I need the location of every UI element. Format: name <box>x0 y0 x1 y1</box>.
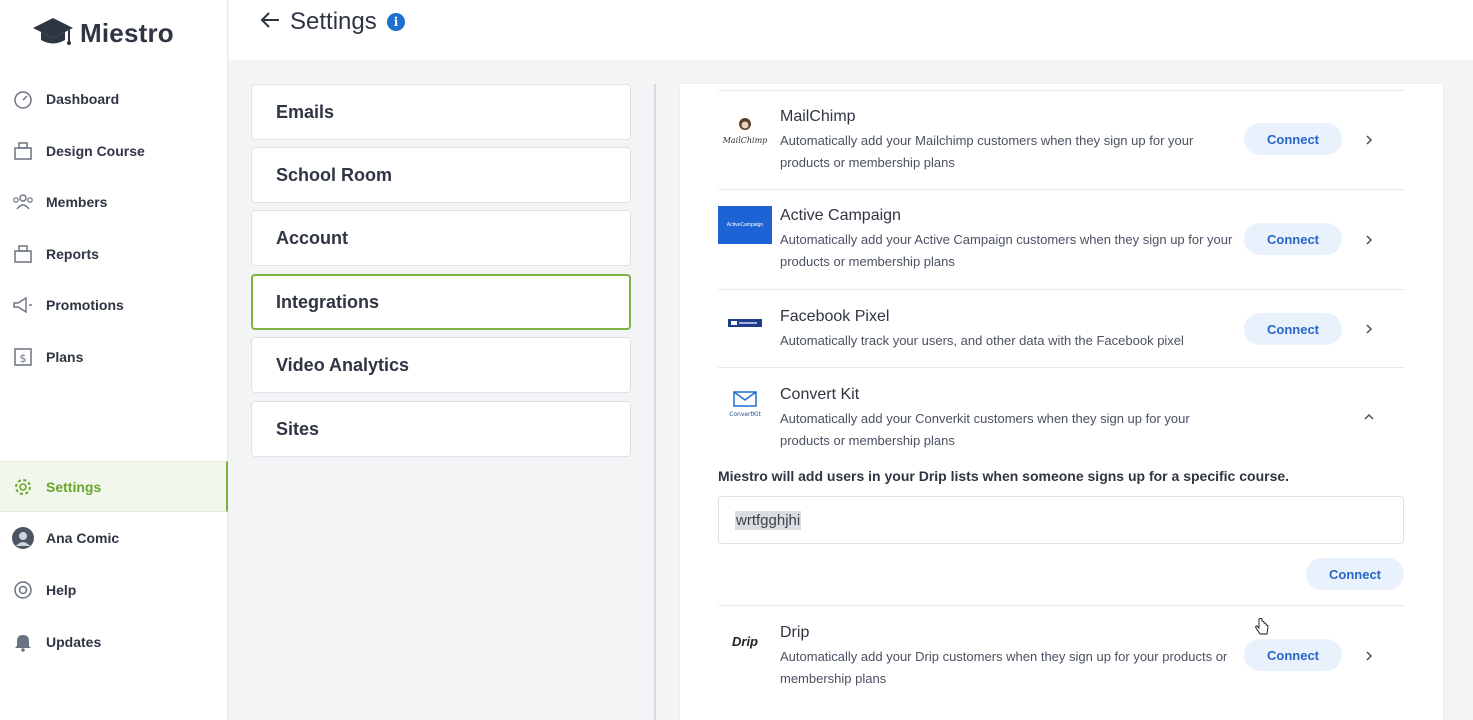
sidebar-item-profile[interactable]: Ana Comic <box>0 513 228 563</box>
integration-name: Drip <box>780 624 810 641</box>
sidebar-item-label: Members <box>46 194 108 210</box>
sidebar-item-reports[interactable]: Reports <box>0 229 228 279</box>
chevron-right-icon[interactable] <box>1362 133 1376 147</box>
vertical-divider <box>654 84 656 720</box>
sidebar-item-label: Reports <box>46 246 99 262</box>
sidebar-item-design-course[interactable]: Design Course <box>0 126 228 176</box>
app-name: Miestro <box>80 17 174 48</box>
drip-logo: Drip <box>718 622 772 660</box>
box-icon <box>12 243 34 265</box>
settings-menu-school-room[interactable]: School Room <box>251 147 631 203</box>
convertkit-logo: ConvertKit <box>718 384 772 422</box>
integration-name: Facebook Pixel <box>780 308 890 325</box>
graduation-cap-icon <box>33 18 73 45</box>
settings-menu-integrations[interactable]: Integrations <box>251 274 631 330</box>
megaphone-icon <box>12 294 34 316</box>
settings-menu-emails[interactable]: Emails <box>251 84 631 140</box>
sidebar-item-plans[interactable]: $ Plans <box>0 332 228 382</box>
chevron-right-icon[interactable] <box>1362 649 1376 663</box>
activecampaign-logo: ActiveCampaign <box>718 206 772 244</box>
chevron-up-icon[interactable] <box>1362 410 1376 424</box>
sidebar-item-label: Plans <box>46 349 84 365</box>
drip-logo-text: Drip <box>732 633 758 649</box>
integration-description: Automatically add your Mailchimp custome… <box>780 133 1194 170</box>
integration-row-convertkit: ConvertKit Convert Kit Automatically add… <box>718 384 1404 460</box>
integration-name: Convert Kit <box>780 386 860 403</box>
sidebar-item-help[interactable]: Help <box>0 565 228 615</box>
sidebar-item-promotions[interactable]: Promotions <box>0 280 228 330</box>
sidebar-item-settings[interactable]: Settings <box>0 461 228 512</box>
svg-text:$: $ <box>20 352 27 365</box>
api-key-input[interactable]: wrtfgghjhi <box>718 496 1404 544</box>
chevron-right-icon[interactable] <box>1362 233 1376 247</box>
bell-icon <box>12 631 34 653</box>
sidebar-item-label: Promotions <box>46 297 124 313</box>
sidebar-item-updates[interactable]: Updates <box>0 617 228 667</box>
row-divider <box>718 367 1404 368</box>
sidebar-item-members[interactable]: Members <box>0 177 228 227</box>
integration-description: Automatically add your Drip customers wh… <box>780 649 1228 686</box>
activecampaign-logo-text: ActiveCampaign <box>726 222 764 228</box>
dollar-doc-icon: $ <box>12 346 34 368</box>
lifebuoy-icon <box>12 579 34 601</box>
info-icon[interactable]: i <box>387 13 405 31</box>
settings-menu-sites[interactable]: Sites <box>251 401 631 457</box>
integration-row-active-campaign: ActiveCampaign Active Campaign Automatic… <box>718 205 1404 285</box>
gauge-icon <box>12 88 34 110</box>
integration-description: Automatically track your users, and othe… <box>780 333 1184 348</box>
convertkit-logo-text: ConvertKit <box>729 411 761 418</box>
sidebar-item-label: Design Course <box>46 143 145 159</box>
integration-name: Active Campaign <box>780 207 901 224</box>
settings-menu-video-analytics[interactable]: Video Analytics <box>251 337 631 393</box>
page-header: Settings i <box>229 0 1473 60</box>
integration-row-facebook-pixel: Facebook Pixel Automatically track your … <box>718 306 1404 366</box>
members-icon <box>12 191 34 213</box>
convertkit-connect-button[interactable]: Connect <box>1306 558 1404 590</box>
avatar <box>12 527 34 549</box>
integration-name: MailChimp <box>780 108 856 125</box>
row-divider <box>718 605 1404 606</box>
integration-row-mailchimp: MailChimp MailChimp Automatically add yo… <box>718 106 1404 186</box>
sidebar-item-label: Ana Comic <box>46 530 120 546</box>
integration-description: Automatically add your Converkit custome… <box>780 411 1190 448</box>
page-title: Settings <box>290 8 377 35</box>
sidebar: Miestro Dashboard Design Course Members … <box>0 0 228 720</box>
chevron-right-icon[interactable] <box>1362 322 1376 336</box>
integration-row-drip: Drip Drip Automatically add your Drip cu… <box>718 622 1404 702</box>
row-divider <box>718 189 1404 190</box>
row-divider <box>718 289 1404 290</box>
settings-menu-account[interactable]: Account <box>251 210 631 266</box>
sidebar-item-label: Dashboard <box>46 91 120 107</box>
integration-description: Automatically add your Active Campaign c… <box>780 232 1233 269</box>
row-divider <box>718 90 1404 91</box>
integrations-panel: MailChimp MailChimp Automatically add yo… <box>680 84 1443 720</box>
app-logo[interactable]: Miestro <box>32 16 174 50</box>
scrollbar[interactable] <box>1446 60 1473 720</box>
mailchimp-logo-text: MailChimp <box>722 136 767 145</box>
api-key-value[interactable]: wrtfgghjhi <box>735 510 802 530</box>
mailchimp-logo: MailChimp <box>718 112 772 150</box>
mailchimp-connect-button[interactable]: Connect <box>1244 123 1342 155</box>
sidebar-item-label: Updates <box>46 634 102 650</box>
drip-connect-button[interactable]: Connect <box>1244 639 1342 671</box>
sidebar-item-dashboard[interactable]: Dashboard <box>0 74 228 124</box>
back-arrow-icon[interactable] <box>259 8 283 32</box>
facebook-pixel-connect-button[interactable]: Connect <box>1244 313 1342 345</box>
box-icon <box>12 140 34 162</box>
activecampaign-connect-button[interactable]: Connect <box>1244 223 1342 255</box>
hand-cursor-icon <box>1255 618 1269 635</box>
sidebar-item-label: Help <box>46 582 77 598</box>
gear-icon <box>12 476 34 498</box>
sidebar-item-label: Settings <box>46 478 102 495</box>
facebook-pixel-logo <box>718 304 772 342</box>
integration-help-text: Miestro will add users in your Drip list… <box>718 468 1290 484</box>
